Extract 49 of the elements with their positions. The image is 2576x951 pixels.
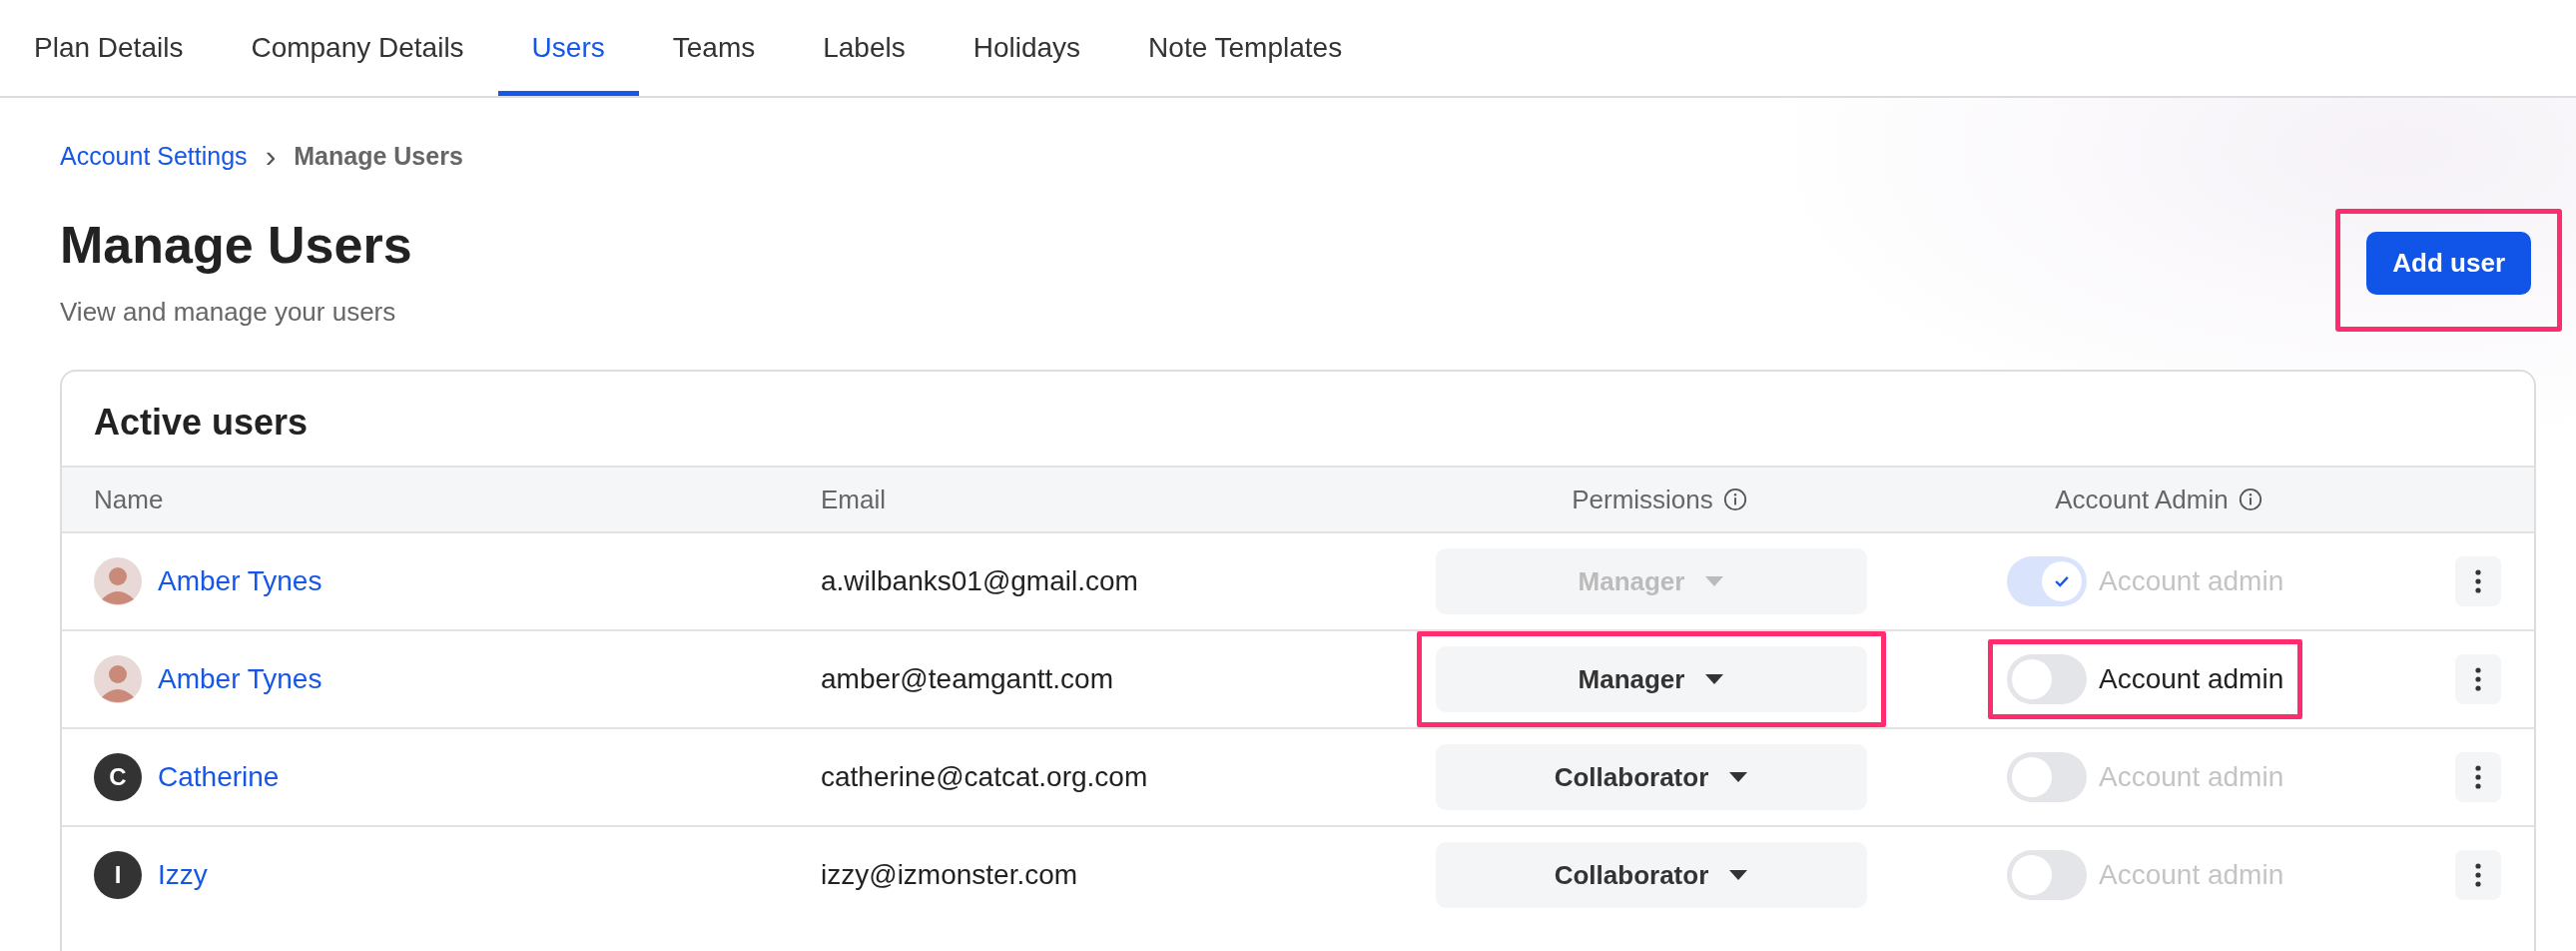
- permission-dropdown[interactable]: Collaborator: [1436, 842, 1867, 908]
- caret-icon: [1704, 673, 1725, 685]
- email-text: a.wilbanks01@gmail.com: [821, 565, 1138, 597]
- nav-tab[interactable]: Plan Details: [0, 0, 218, 96]
- check-icon: [2055, 575, 2069, 587]
- more-options-icon[interactable]: [2455, 850, 2501, 900]
- nav-tab[interactable]: Users: [497, 0, 639, 96]
- caret-icon: [1728, 869, 1749, 881]
- toggle-label: Account admin: [2099, 565, 2284, 597]
- nav-tab[interactable]: Teams: [638, 0, 790, 96]
- toggle-label: Account admin: [2099, 859, 2284, 891]
- info-icon[interactable]: [2238, 487, 2262, 511]
- add-user-button[interactable]: Add user: [2366, 232, 2531, 295]
- nav-tab[interactable]: Holidays: [939, 0, 1115, 96]
- page-subtitle: View and manage your users: [60, 297, 397, 328]
- avatar-initial: C: [94, 753, 142, 801]
- more-options-icon[interactable]: [2455, 752, 2501, 802]
- email-text: izzy@izmonster.com: [821, 859, 1078, 891]
- info-icon[interactable]: [1722, 487, 1747, 511]
- user-name-link[interactable]: Amber Tynes: [158, 663, 322, 695]
- user-name-link[interactable]: Amber Tynes: [158, 565, 322, 597]
- avatar-silhouette: [94, 655, 142, 703]
- user-name-link[interactable]: Catherine: [158, 761, 280, 793]
- more-options-icon[interactable]: [2455, 556, 2501, 606]
- card-title: Active users: [93, 401, 310, 445]
- column-header: Account Admin: [2055, 483, 2229, 515]
- permission-dropdown[interactable]: Collaborator: [1436, 744, 1867, 810]
- caret-icon: [1704, 575, 1725, 587]
- permission-dropdown[interactable]: Manager: [1436, 646, 1867, 712]
- breadcrumb-link[interactable]: Account Settings: [60, 142, 248, 171]
- toggle-switch[interactable]: [2007, 654, 2087, 704]
- nav-tab[interactable]: Company Details: [217, 0, 498, 96]
- toggle-label: Account admin: [2099, 663, 2284, 695]
- user-name-link[interactable]: Izzy: [158, 859, 208, 891]
- column-header: Name: [94, 483, 164, 515]
- nav-tab[interactable]: Note Templates: [1114, 0, 1377, 96]
- avatar-initial: I: [94, 851, 142, 899]
- email-text: catherine@catcat.org.com: [821, 761, 1148, 793]
- breadcrumb-separator: ›: [265, 138, 277, 175]
- caret-icon: [1728, 771, 1749, 783]
- nav-tab[interactable]: Labels: [789, 0, 940, 96]
- toggle-label: Account admin: [2099, 761, 2284, 793]
- page-title: Manage Users: [60, 215, 412, 275]
- email-text: amber@teamgantt.com: [821, 663, 1113, 695]
- avatar-silhouette: [94, 557, 142, 605]
- more-options-icon[interactable]: [2455, 654, 2501, 704]
- breadcrumb-current: Manage Users: [294, 142, 463, 171]
- column-header: Email: [821, 483, 886, 515]
- column-header: Permissions: [1572, 483, 1713, 515]
